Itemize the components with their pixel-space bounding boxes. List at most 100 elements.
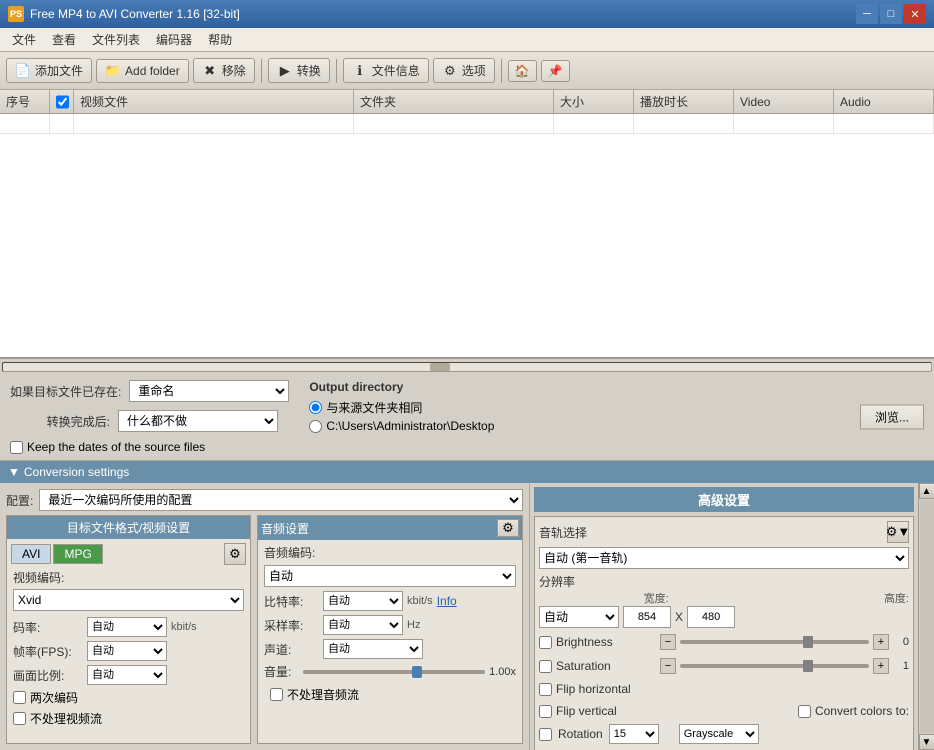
select-all-checkbox[interactable] (56, 95, 69, 109)
close-button[interactable]: ✕ (904, 4, 926, 24)
resolution-label: 分辨率 (539, 575, 575, 589)
fps-select[interactable]: 自动 (87, 641, 167, 661)
no-audio-checkbox[interactable] (270, 688, 283, 701)
two-pass-checkbox[interactable] (13, 691, 26, 704)
track-gear-button[interactable]: ⚙▼ (887, 521, 909, 543)
volume-slider[interactable] (303, 670, 485, 674)
conversion-settings-label: Conversion settings (24, 465, 129, 479)
remove-icon: ✖ (202, 63, 218, 79)
aspect-label: 画面比例: (13, 667, 83, 684)
add-folder-icon: 📁 (105, 63, 121, 79)
scrollbar-thumb[interactable] (430, 363, 450, 371)
radio-same-row: 与来源文件夹相同 (309, 399, 494, 416)
cell (634, 114, 734, 133)
bitrate-select[interactable]: 自动 (87, 617, 167, 637)
menu-view[interactable]: 查看 (44, 29, 84, 50)
pin-icon: 📌 (548, 64, 563, 78)
output-dir-label: Output directory (309, 380, 494, 394)
add-files-button[interactable]: 📄 添加文件 (6, 58, 92, 83)
toolbar-separator2 (336, 59, 337, 83)
menu-file[interactable]: 文件 (4, 29, 44, 50)
two-pass-label: 两次编码 (30, 689, 78, 706)
right-panel: 高级设置 音轨选择 ⚙▼ 自动 (第一音轨) 分辨率 宽度: (530, 483, 918, 750)
rotation-select[interactable]: 15 (609, 724, 659, 744)
after-convert-label: 转换完成后: (10, 413, 110, 430)
audio-gear-button[interactable]: ⚙ (497, 519, 519, 537)
options-button[interactable]: ⚙ 选项 (433, 58, 495, 83)
track-select[interactable]: 自动 (第一音轨) (539, 547, 909, 569)
brightness-checkbox[interactable] (539, 636, 552, 649)
track-label: 音轨选择 (539, 524, 587, 541)
aspect-select[interactable]: 自动 (87, 665, 167, 685)
no-video-checkbox[interactable] (13, 712, 26, 725)
scroll-up-arrow[interactable]: ▲ (919, 483, 934, 499)
audio-channels-select[interactable]: 自动 (323, 639, 423, 659)
convert-label: Convert colors to: (815, 704, 909, 718)
convert-select[interactable]: Grayscale (679, 724, 759, 744)
profile-select[interactable]: 最近一次编码所使用的配置 (39, 489, 523, 511)
saturation-minus[interactable]: − (660, 658, 676, 674)
saturation-checkbox[interactable] (539, 660, 552, 673)
tab-mpg[interactable]: MPG (53, 544, 102, 564)
radio-custom[interactable] (309, 420, 322, 433)
res-x: X (675, 610, 683, 624)
saturation-plus[interactable]: + (873, 658, 889, 674)
convert-colors-checkbox[interactable] (798, 705, 811, 718)
horizontal-scrollbar[interactable] (0, 358, 934, 374)
rotation-checkbox[interactable] (539, 728, 552, 741)
file-info-label: 文件信息 (372, 62, 420, 79)
audio-samplerate-select[interactable]: 自动 (323, 615, 403, 635)
width-input[interactable] (623, 606, 671, 628)
saturation-slider[interactable] (680, 664, 869, 668)
home-button[interactable]: 🏠 (508, 60, 537, 82)
radio-same[interactable] (309, 401, 322, 414)
flip-v-checkbox[interactable] (539, 705, 552, 718)
remove-button[interactable]: ✖ 移除 (193, 58, 255, 83)
audio-bitrate-select[interactable]: 自动 (323, 591, 403, 611)
file-list-header: 序号 视频文件 文件夹 大小 播放时长 Video Audio (0, 90, 934, 114)
menu-encoder[interactable]: 编码器 (148, 29, 200, 50)
scroll-down-arrow[interactable]: ▼ (919, 734, 934, 750)
audio-codec-select[interactable]: 自动 (264, 565, 516, 587)
minimize-button[interactable]: ─ (856, 4, 878, 24)
if-exists-label: 如果目标文件已存在: (10, 383, 121, 400)
audio-codec-label: 音频编码: (264, 544, 319, 561)
pin-button[interactable]: 📌 (541, 60, 570, 82)
add-files-icon: 📄 (15, 63, 31, 79)
browse-button[interactable]: 浏览... (860, 405, 924, 430)
brightness-minus[interactable]: − (660, 634, 676, 650)
app-icon: PS (8, 6, 24, 22)
convert-button[interactable]: ▶ 转换 (268, 58, 330, 83)
flip-v-convert-row: Flip vertical Convert colors to: (539, 702, 909, 720)
audio-samplerate-label: 采样率: (264, 617, 319, 634)
video-gear-button[interactable]: ⚙ (224, 543, 246, 565)
cell (74, 114, 354, 133)
menu-help[interactable]: 帮助 (200, 29, 240, 50)
saturation-thumb (803, 660, 813, 672)
height-input[interactable] (687, 606, 735, 628)
flip-h-label: Flip horizontal (556, 682, 656, 696)
brightness-slider[interactable] (680, 640, 869, 644)
aspect-row: 画面比例: 自动 (7, 663, 250, 687)
col-header-size: 大小 (554, 90, 634, 113)
tab-avi[interactable]: AVI (11, 544, 51, 564)
after-convert-select[interactable]: 什么都不做 (118, 410, 278, 432)
menu-filelist[interactable]: 文件列表 (84, 29, 148, 50)
audio-codec-row: 音频编码: (264, 544, 516, 561)
audio-channels-row: 声道: 自动 (264, 639, 516, 659)
resolution-row: 自动 X (539, 606, 909, 628)
brightness-plus[interactable]: + (873, 634, 889, 650)
audio-panel-title: 音频设置 (261, 520, 309, 537)
add-folder-label: Add folder (125, 64, 180, 78)
file-info-button[interactable]: ℹ 文件信息 (343, 58, 429, 83)
main-layout: 序号 视频文件 文件夹 大小 播放时长 Video Audio (0, 90, 934, 750)
toolbar-separator3 (501, 59, 502, 83)
maximize-button[interactable]: □ (880, 4, 902, 24)
if-exists-select[interactable]: 重命名 (129, 380, 289, 402)
info-link[interactable]: Info (437, 594, 457, 608)
flip-h-checkbox[interactable] (539, 683, 552, 696)
keep-dates-checkbox[interactable] (10, 441, 23, 454)
add-folder-button[interactable]: 📁 Add folder (96, 59, 189, 83)
resolution-select[interactable]: 自动 (539, 606, 619, 628)
video-codec-select[interactable]: Xvid (13, 589, 244, 611)
